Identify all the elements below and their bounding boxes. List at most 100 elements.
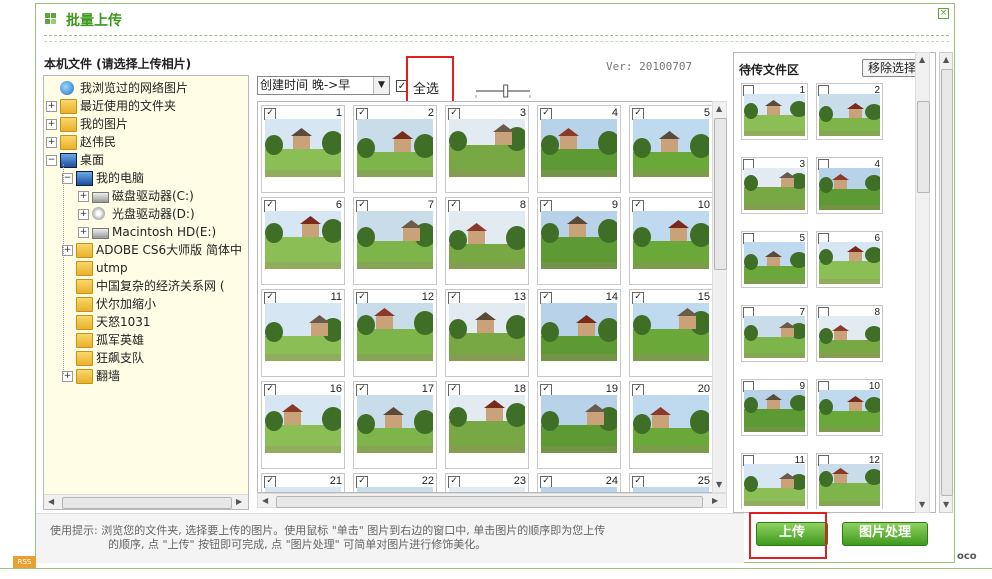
photo-image[interactable] [633,211,712,269]
tree-item[interactable]: − 我的电脑 [44,169,248,187]
grid-vertical-scrollbar[interactable]: ▲ ▼ [712,101,727,493]
grid-scroll-thumb[interactable] [714,118,727,270]
pending-thumbnail[interactable]: 9 [741,379,808,436]
tree-item[interactable]: + 我的图片 [44,115,248,133]
tree-item[interactable]: + 翻墙 [44,367,248,385]
pending-thumbnail[interactable]: 5 [741,231,808,288]
tree-item[interactable]: 孤军英雄 [44,331,248,349]
pending-image[interactable] [819,242,883,284]
pending-image[interactable] [744,168,808,210]
tree-item[interactable]: 中国复杂的经济关系网 ( [44,277,248,295]
photo-thumbnail[interactable]: ✓ 20 [629,381,713,469]
close-icon[interactable]: × [938,8,949,19]
pending-thumbnail[interactable]: 2 [816,83,883,140]
expand-icon[interactable]: + [78,227,89,238]
photo-thumbnail[interactable]: ✓ 17 [353,381,437,469]
rss-icon[interactable]: RSS [13,556,36,568]
chevron-down-icon[interactable]: ▼ [373,77,389,94]
pending-image[interactable] [819,390,883,432]
pending-image[interactable] [744,242,808,284]
photo-image[interactable] [633,119,712,177]
pending-image[interactable] [744,316,808,358]
pending-image[interactable] [819,316,883,358]
tree-item[interactable]: 我浏览过的网络图片 [44,79,248,97]
pending-photo-list[interactable]: 1 2 3 4 5 6 7 8 9 10 11 12 [741,81,913,509]
photo-image[interactable] [265,395,344,453]
photo-image[interactable] [541,395,620,453]
scroll-left-icon[interactable]: ◀ [262,496,268,505]
photo-thumbnail[interactable]: ✓ 9 [537,197,621,285]
pending-image[interactable] [744,464,808,506]
grid-horizontal-scrollbar[interactable]: ◀ ▶ [257,493,727,508]
tree-item[interactable]: 伏尔加缩小 [44,295,248,313]
photo-thumbnail[interactable]: ✓ 3 [445,105,529,193]
photo-image[interactable] [265,119,344,177]
photo-thumbnail[interactable]: ✓ 2 [353,105,437,193]
pending-thumbnail[interactable]: 6 [816,231,883,288]
photo-image[interactable] [265,303,344,361]
photo-thumbnail[interactable]: ✓ 14 [537,289,621,377]
photo-image[interactable] [449,303,528,361]
photo-thumbnail[interactable]: ✓ 15 [629,289,713,377]
tree-item[interactable]: + Macintosh HD(E:) [44,223,248,241]
tree-item[interactable]: + ADOBE CS6大师版 简体中 [44,241,248,259]
photo-thumbnail[interactable]: ✓ 13 [445,289,529,377]
thumbnail-size-slider[interactable] [474,84,532,98]
photo-thumbnail[interactable]: ✓ 6 [261,197,345,285]
photo-image[interactable] [541,119,620,177]
tree-horizontal-scrollbar[interactable]: ◀ ▶ [44,494,248,509]
tree-item[interactable]: 狂飙支队 [44,349,248,367]
expand-icon[interactable]: + [46,137,57,148]
scroll-right-icon[interactable]: ▶ [712,496,718,505]
photo-grid[interactable]: ✓ 1 ✓ 2 ✓ 3 ✓ 4 ✓ 5 ✓ 6 ✓ 7 ✓ 8 ✓ 9 ✓ 10 ✓ 11 ✓ 12 ✓ 13 ✓ 14 ✓ 15 ✓ 16 ✓… [257,101,727,493]
folder-tree[interactable]: 我浏览过的网络图片 + 最近使用的文件夹 + 我的图片 + 赵伟民 − 桌面 − 我的电脑 + 磁盘驱动… [43,75,249,510]
photo-image[interactable] [357,395,436,453]
pending-image[interactable] [819,94,883,136]
scroll-down-icon[interactable]: ▼ [919,500,925,509]
photo-thumbnail[interactable]: ✓ 4 [537,105,621,193]
sort-order-select[interactable]: 创建时间 晚->早 ▼ [257,76,390,95]
photo-thumbnail[interactable]: ✓ 8 [445,197,529,285]
photo-thumbnail[interactable]: ✓ 10 [629,197,713,285]
pending-image[interactable] [744,94,808,136]
photo-image[interactable] [265,211,344,269]
grid-hscroll-thumb[interactable] [276,496,703,508]
pending-image[interactable] [744,390,808,432]
pending-image[interactable] [819,168,883,210]
remove-selection-button[interactable]: 移除选择 [862,59,922,77]
dialog-scroll-thumb[interactable] [941,69,953,496]
scroll-down-icon[interactable]: ▼ [943,500,949,509]
photo-thumbnail[interactable]: ✓ 23 [445,473,529,492]
expand-icon[interactable]: + [46,119,57,130]
image-process-button[interactable]: 图片处理 [842,522,928,546]
dialog-vertical-scrollbar[interactable]: ▲ ▼ [939,52,953,513]
tree-item[interactable]: + 光盘驱动器(D:) [44,205,248,223]
photo-image[interactable] [357,119,436,177]
scroll-right-icon[interactable]: ▶ [236,497,242,506]
scroll-up-icon[interactable]: ▲ [943,55,949,64]
photo-image[interactable] [357,211,436,269]
expand-icon[interactable]: + [46,101,57,112]
photo-thumbnail[interactable]: ✓ 24 [537,473,621,492]
photo-thumbnail[interactable]: ✓ 19 [537,381,621,469]
photo-thumbnail[interactable]: ✓ 11 [261,289,345,377]
scroll-down-icon[interactable]: ▼ [716,480,722,489]
photo-image[interactable] [633,303,712,361]
photo-image[interactable] [357,303,436,361]
tree-item[interactable]: − 桌面 [44,151,248,169]
pending-thumbnail[interactable]: 7 [741,305,808,362]
pending-thumbnail[interactable]: 10 [816,379,883,436]
photo-thumbnail[interactable]: ✓ 1 [261,105,345,193]
tree-scroll-thumb[interactable] [62,497,232,509]
photo-image[interactable] [449,211,528,269]
pending-thumbnail[interactable]: 11 [741,453,808,509]
photo-thumbnail[interactable]: ✓ 5 [629,105,713,193]
scroll-up-icon[interactable]: ▲ [716,104,722,113]
expand-icon[interactable]: + [78,191,89,202]
photo-thumbnail[interactable]: ✓ 7 [353,197,437,285]
collapse-icon[interactable]: − [46,155,57,166]
expand-icon[interactable]: + [78,209,89,220]
pending-thumbnail[interactable]: 1 [741,83,808,140]
pending-thumbnail[interactable]: 8 [816,305,883,362]
photo-image[interactable] [449,119,528,177]
